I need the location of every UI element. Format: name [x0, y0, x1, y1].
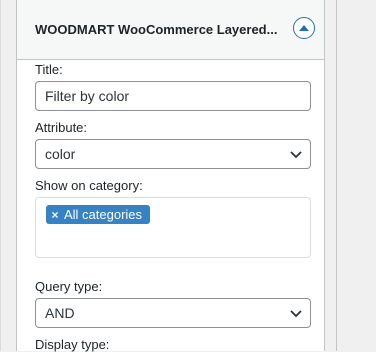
chevron-up-icon [299, 25, 309, 31]
query-type-select-value: AND [45, 305, 75, 321]
title-input-value: Filter by color [45, 88, 130, 104]
query-type-label: Query type: [35, 279, 103, 294]
category-tag: × All categories [46, 205, 151, 224]
display-type-label: Display type: [35, 337, 110, 352]
widget-title: WOODMART WooCommerce Layered... [35, 22, 278, 37]
attribute-label: Attribute: [35, 120, 88, 135]
gutter-divider [0, 0, 1, 351]
tag-remove-icon[interactable]: × [46, 208, 64, 222]
category-multiselect[interactable]: × All categories [35, 197, 311, 258]
category-label: Show on category: [35, 178, 143, 193]
widget-header[interactable]: WOODMART WooCommerce Layered... [17, 0, 324, 60]
right-gutter-divider [336, 0, 337, 351]
widget-panel: WOODMART WooCommerce Layered... Title: F… [16, 0, 325, 352]
right-gutter [336, 0, 376, 351]
chevron-down-icon [290, 151, 302, 159]
attribute-select-value: color [45, 146, 76, 162]
widget-toggle-button[interactable] [293, 17, 315, 39]
title-label: Title: [35, 62, 63, 77]
query-type-select[interactable]: AND [35, 298, 311, 328]
left-gutter [0, 0, 16, 351]
attribute-select[interactable]: color [35, 139, 311, 169]
category-tag-label: All categories [64, 207, 143, 222]
title-input[interactable]: Filter by color [35, 81, 311, 111]
chevron-down-icon [290, 310, 302, 318]
